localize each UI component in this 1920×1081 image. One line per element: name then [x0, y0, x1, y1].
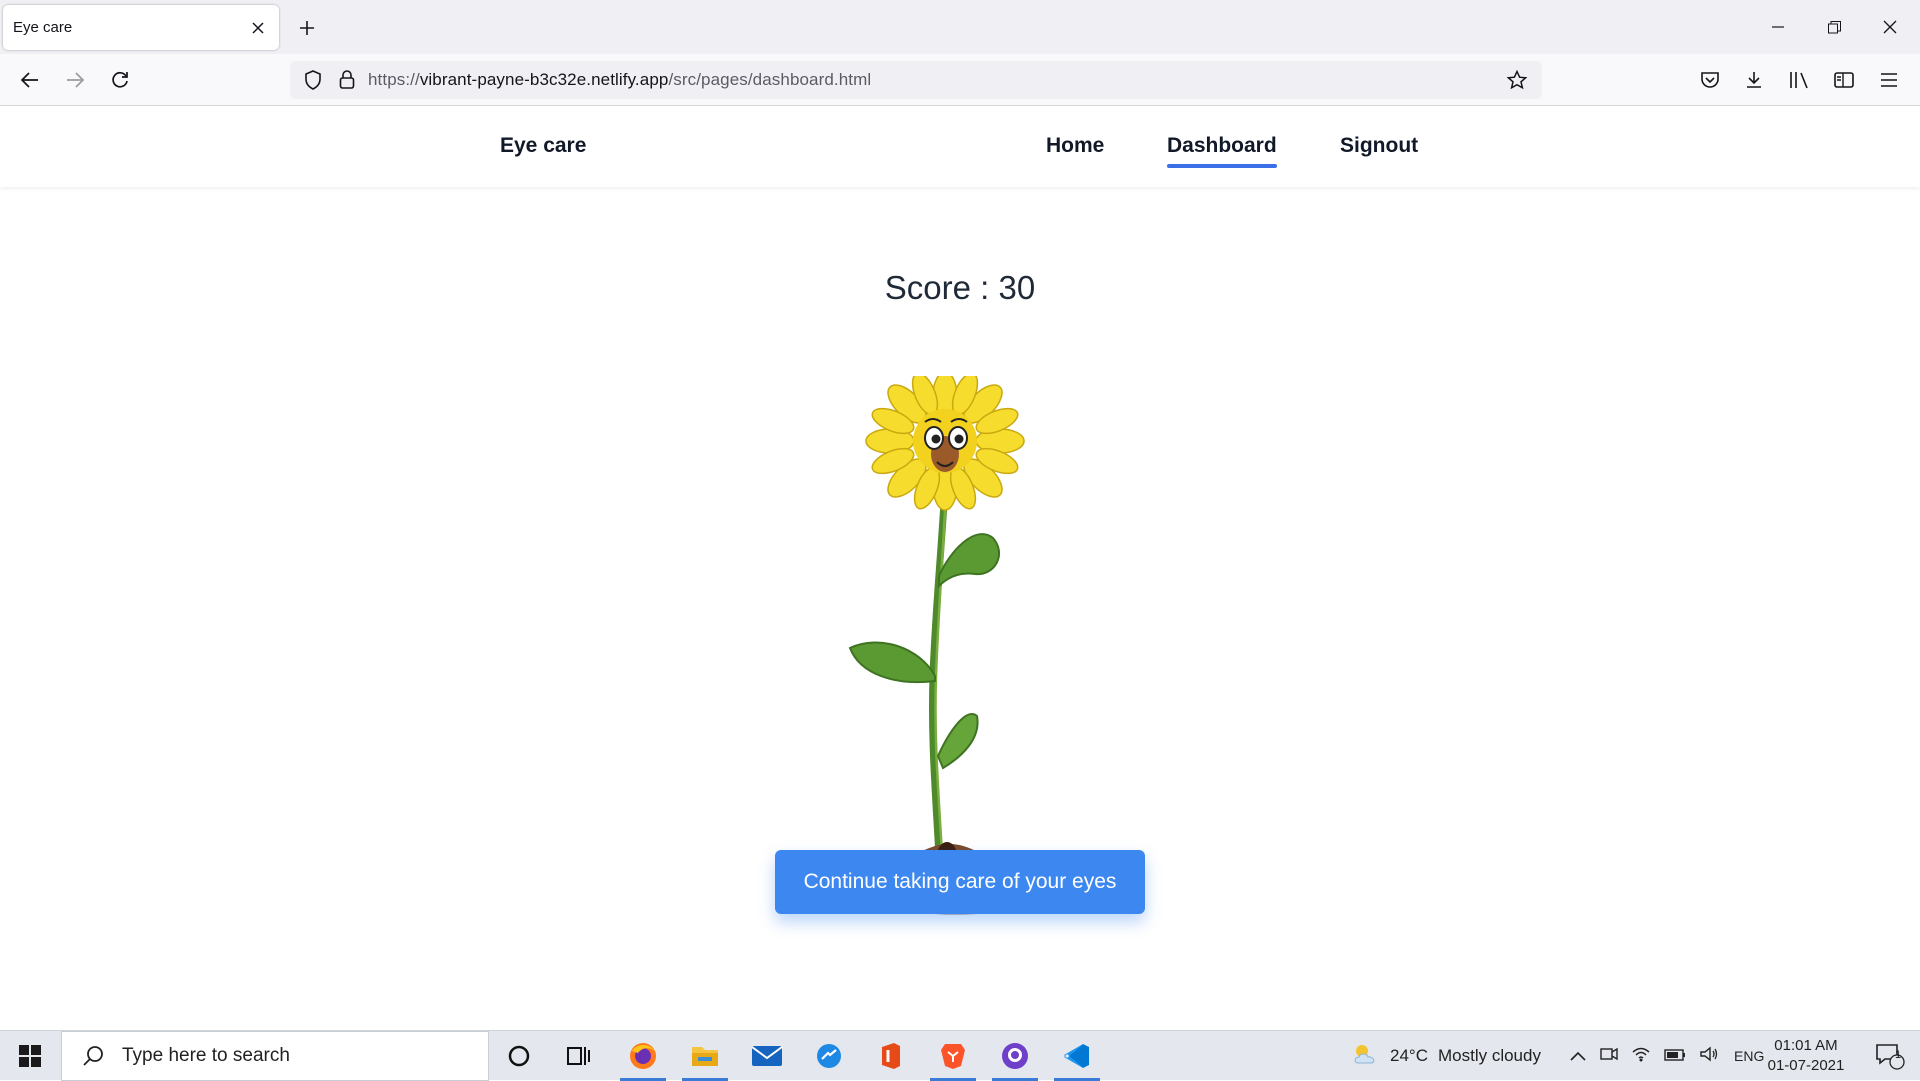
firefox-icon[interactable]	[614, 1031, 672, 1081]
weather-temp: 24°C	[1390, 1046, 1428, 1065]
url-text[interactable]: https://vibrant-payne-b3c32e.netlify.app…	[368, 70, 871, 90]
clock-time: 01:01 AM	[1774, 1037, 1838, 1054]
clock-date: 01-07-2021	[1767, 1057, 1845, 1074]
page-content: Eye care Home Dashboard Signout Score : …	[0, 106, 1920, 1030]
url-path: /src/pages/dashboard.html	[668, 70, 872, 89]
battery-icon[interactable]	[1664, 1046, 1686, 1066]
mail-icon[interactable]	[738, 1031, 796, 1081]
reload-icon[interactable]	[102, 62, 138, 98]
nav-signout-link[interactable]: Signout	[1340, 134, 1418, 158]
url-prefix: https://	[368, 70, 420, 89]
weather-widget[interactable]: 24°C Mostly cloudy	[1352, 1031, 1541, 1081]
meet-now-icon[interactable]	[1600, 1046, 1618, 1067]
site-brand[interactable]: Eye care	[500, 134, 586, 158]
tracking-protection-shield-icon[interactable]	[296, 63, 330, 97]
edge-icon[interactable]	[800, 1031, 858, 1081]
minimize-icon[interactable]	[1750, 0, 1806, 54]
bookmark-star-icon[interactable]	[1500, 63, 1534, 97]
brave-icon[interactable]	[924, 1031, 982, 1081]
new-tab-icon[interactable]	[293, 14, 321, 42]
score-value: 30	[998, 269, 1036, 306]
task-view-icon[interactable]	[550, 1031, 608, 1081]
close-window-icon[interactable]	[1862, 0, 1918, 54]
taskbar-clock[interactable]: 01:01 AM 01-07-2021	[1760, 1036, 1852, 1076]
nav-home-link[interactable]: Home	[1046, 134, 1104, 158]
site-header: Eye care Home Dashboard Signout	[0, 106, 1920, 187]
continue-button[interactable]: Continue taking care of your eyes	[775, 850, 1145, 914]
wifi-icon[interactable]	[1632, 1046, 1650, 1067]
notification-count: 1	[1895, 1049, 1902, 1061]
show-hidden-icons-chevron-icon[interactable]	[1570, 1046, 1586, 1066]
file-explorer-icon[interactable]	[676, 1031, 734, 1081]
nav-dashboard-link[interactable]: Dashboard	[1167, 134, 1277, 168]
search-icon	[78, 1041, 108, 1071]
score-label: Score :	[884, 269, 990, 306]
volume-icon[interactable]	[1700, 1046, 1718, 1067]
close-tab-icon[interactable]	[247, 17, 269, 39]
library-icon[interactable]	[1781, 62, 1817, 98]
windows-start-icon[interactable]	[0, 1031, 60, 1081]
forward-icon[interactable]	[57, 62, 93, 98]
pocket-icon[interactable]	[1692, 62, 1728, 98]
windows-taskbar: Type here to search 24°C Mostly cloudy E…	[0, 1030, 1920, 1081]
restore-icon[interactable]	[1806, 0, 1862, 54]
lock-icon[interactable]	[330, 63, 364, 97]
vscode-icon[interactable]	[1048, 1031, 1106, 1081]
back-icon[interactable]	[12, 62, 48, 98]
hamburger-menu-icon[interactable]	[1871, 62, 1907, 98]
tab-title: Eye care	[13, 19, 73, 36]
office-icon[interactable]	[862, 1031, 920, 1081]
weather-text: Mostly cloudy	[1437, 1046, 1541, 1065]
browser-tab-bar: Eye care	[0, 0, 1920, 54]
github-desktop-icon[interactable]	[986, 1031, 1044, 1081]
sunflower-illustration	[848, 376, 1057, 915]
system-tray: ENG	[1570, 1031, 1764, 1081]
taskbar-search-box[interactable]: Type here to search	[61, 1031, 489, 1081]
action-center-icon[interactable]: 1	[1862, 1031, 1918, 1081]
address-bar[interactable]: https://vibrant-payne-b3c32e.netlify.app…	[290, 61, 1542, 99]
url-domain: vibrant-payne-b3c32e.netlify.app	[419, 70, 669, 89]
score-display: Score : 30	[0, 269, 1920, 307]
browser-tab[interactable]: Eye care	[3, 5, 279, 50]
search-placeholder: Type here to search	[122, 1045, 290, 1066]
cortana-icon[interactable]	[490, 1031, 548, 1081]
browser-toolbar: https://vibrant-payne-b3c32e.netlify.app…	[0, 54, 1920, 106]
sidebar-icon[interactable]	[1826, 62, 1862, 98]
downloads-icon[interactable]	[1736, 62, 1772, 98]
partly-cloudy-icon	[1352, 1043, 1380, 1070]
